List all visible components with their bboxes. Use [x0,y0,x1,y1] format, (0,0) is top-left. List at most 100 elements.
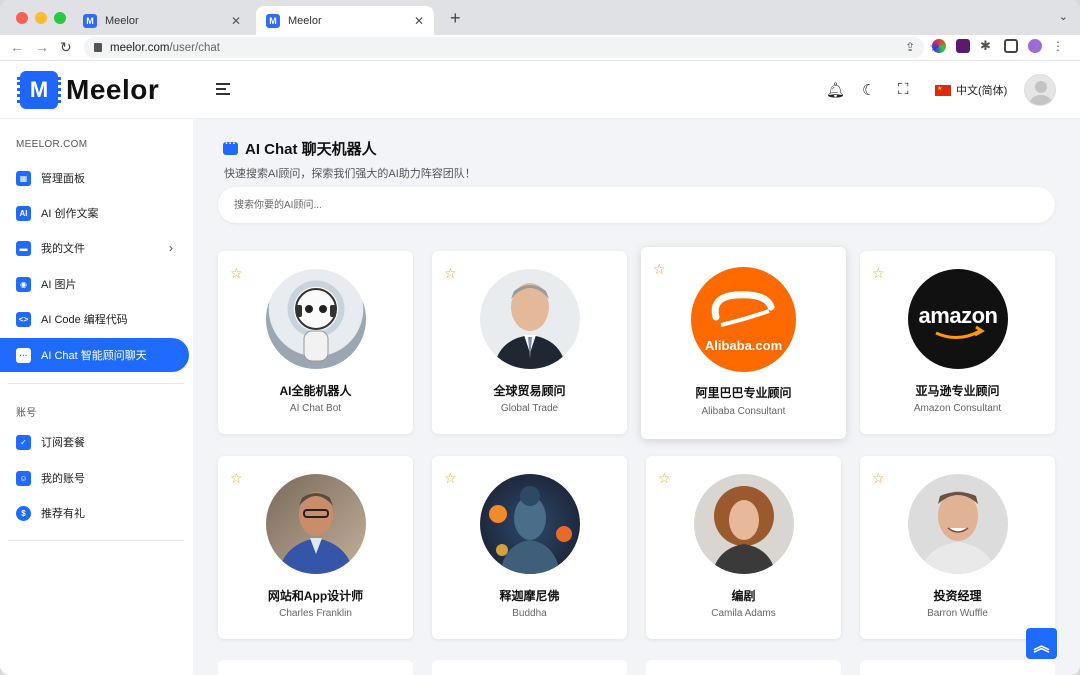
sidebar-item-dashboard[interactable]: ▦ 管理面板 [0,161,189,195]
advisor-card-partial[interactable] [860,660,1055,675]
logo[interactable]: M Meelor [17,71,160,109]
address-bar[interactable]: meelor.com/user/chat [84,37,924,58]
sidebar-item-ai-copywriting[interactable]: AI AI 创作文案 [0,196,189,230]
favorite-star-icon[interactable]: ☆ [872,265,885,282]
sidebar-item-ai-chat[interactable]: ··· AI Chat 智能顾问聊天 [0,338,189,372]
favorite-star-icon[interactable]: ☆ [872,470,885,487]
sidebar-item-label: AI 图片 [41,279,77,291]
china-flag-icon [935,84,951,96]
advisor-role: Charles Franklin [279,608,352,619]
favorite-star-icon[interactable]: ☆ [230,470,243,487]
folder-icon: ▬ [16,240,31,256]
favorite-star-icon[interactable]: ☆ [444,470,457,487]
sidebar-item-my-account[interactable]: ☺ 我的账号 [0,461,189,495]
advisor-name: 阿里巴巴专业顾问 [695,386,792,400]
forward-arrow-icon[interactable]: → [35,39,49,55]
advisor-role: AI Chat Bot [289,403,342,414]
maximize-window-button[interactable] [54,12,66,24]
app-header: M Meelor 🔔︎ ☾ ⛶ 中文(简体) [0,61,1080,119]
color-extension-icon[interactable] [932,39,946,53]
browser-toolbar: ← → ↻ meelor.com/user/chat ⇪ ☆ ✱ ⋮ [0,35,1080,61]
account-icon: ☺ [16,470,31,486]
sidebar-item-label: AI Code 编程代码 [41,314,128,326]
logo-text: Meelor [66,74,160,105]
close-window-button[interactable] [16,12,28,24]
user-avatar[interactable] [1024,74,1056,106]
chat-icon: ··· [16,347,31,363]
advisor-name: 编剧 [731,589,756,603]
code-icon: <> [16,311,31,327]
advisor-card[interactable]: ☆ Alibaba.com 阿里巴巴专业顾问 Alibaba Consultan… [641,247,846,439]
sidebar-item-label: 订阅套餐 [41,437,85,449]
url-path: /user/chat [169,41,220,54]
chat-bubble-icon [223,138,238,155]
tab-search-chevron-icon[interactable]: ⌄ [1059,10,1068,23]
advisor-name: 全球贸易顾问 [493,384,566,398]
language-selector[interactable]: 中文(简体) [935,82,1007,98]
tab-title: Meelor [105,14,139,27]
browser-menu-icon[interactable]: ⋮ [1052,39,1066,53]
advisor-card-partial[interactable] [218,660,413,675]
tab-close-icon[interactable]: ✕ [414,14,424,28]
advisor-card[interactable]: ☆ AI全能机器人 AI Chat Bot [218,251,413,434]
sidebar-item-referral[interactable]: $ 推荐有礼 [0,496,189,530]
back-arrow-icon[interactable]: ← [10,39,24,55]
advisor-card-partial[interactable] [432,660,627,675]
new-tab-button[interactable]: + [450,8,461,29]
advisor-card[interactable]: ☆ 全球贸易顾问 Global Trade [432,251,627,434]
sidebar-item-label: 我的文件 [41,243,85,255]
advisor-photo [480,269,580,369]
sidebar-item-ai-code[interactable]: <> AI Code 编程代码 [0,302,189,336]
sidepanel-icon[interactable] [1004,39,1018,53]
dashboard-icon: ▦ [16,170,31,186]
advisor-role: Camila Adams [711,608,776,619]
fullscreen-icon[interactable]: ⛶ [898,81,909,98]
advisor-search-input[interactable] [218,187,1055,223]
advisor-card-partial[interactable] [646,660,841,675]
tab-strip: M Meelor ✕ M Meelor ✕ + ⌄ [0,0,1080,35]
sidebar-item-my-files[interactable]: ▬ 我的文件 › [0,231,189,265]
sidebar-item-subscription[interactable]: ✓ 订阅套餐 [0,425,189,459]
advisor-role: Buddha [512,608,547,619]
favorite-star-icon[interactable]: ☆ [653,261,666,278]
advisor-name: AI全能机器人 [279,384,352,398]
tab-title: Meelor [288,14,322,27]
advisor-card[interactable]: ☆ 释迦摩尼佛 Buddha [432,456,627,639]
favorite-star-icon[interactable]: ☆ [230,265,243,282]
meelor-favicon-icon: M [83,13,97,28]
reload-icon[interactable]: ↻ [60,39,72,56]
robot-avatar-image [266,269,366,369]
advisor-name: 投资经理 [933,589,982,603]
dark-mode-moon-icon[interactable]: ☾ [862,81,875,99]
advisor-card[interactable]: ☆ 编剧 Camila Adams [646,456,841,639]
lock-icon [94,43,102,52]
advisor-role: Barron Wuffle [927,608,988,619]
dark-extension-icon[interactable] [956,39,970,53]
puzzle-extensions-icon[interactable]: ✱ [980,39,994,53]
minimize-window-button[interactable] [35,12,47,24]
favorite-star-icon[interactable]: ☆ [658,470,671,487]
bell-icon[interactable]: 🔔︎ [826,81,845,99]
favorite-star-icon[interactable]: ☆ [444,265,457,282]
alibaba-logo-text: Alibaba.com [704,338,783,353]
sidebar-section-label: 账号 [16,408,37,419]
scroll-to-top-button[interactable]: ︽ [1026,628,1057,659]
profile-icon[interactable] [1028,39,1042,53]
language-label: 中文(简体) [956,85,1008,97]
sidebar-item-ai-images[interactable]: ◉ AI 图片 [0,267,189,301]
browser-tab-active[interactable]: M Meelor ✕ [256,6,434,35]
sidebar-item-label: AI Chat 智能顾问聊天 [41,350,147,362]
menu-toggle-icon[interactable] [216,83,230,95]
sidebar-item-label: 管理面板 [41,173,85,185]
tab-close-icon[interactable]: ✕ [231,14,241,28]
amazon-logo-image: amazon [908,269,1008,369]
advisor-card[interactable]: ☆ 投资经理 Barron Wuffle [860,456,1055,639]
advisor-photo [908,474,1008,574]
advisor-card[interactable]: ☆ 网站和App设计师 Charles Franklin [218,456,413,639]
advisor-card[interactable]: ☆ amazon 亚马逊专业顾问 Amazon Consultant [860,251,1055,434]
sidebar-divider [8,540,184,541]
browser-tab[interactable]: M Meelor ✕ [73,6,251,35]
advisor-role: Global Trade [500,403,559,414]
share-icon[interactable]: ⇪ [905,40,915,54]
page-title: AI Chat 聊天机器人 [223,138,377,159]
